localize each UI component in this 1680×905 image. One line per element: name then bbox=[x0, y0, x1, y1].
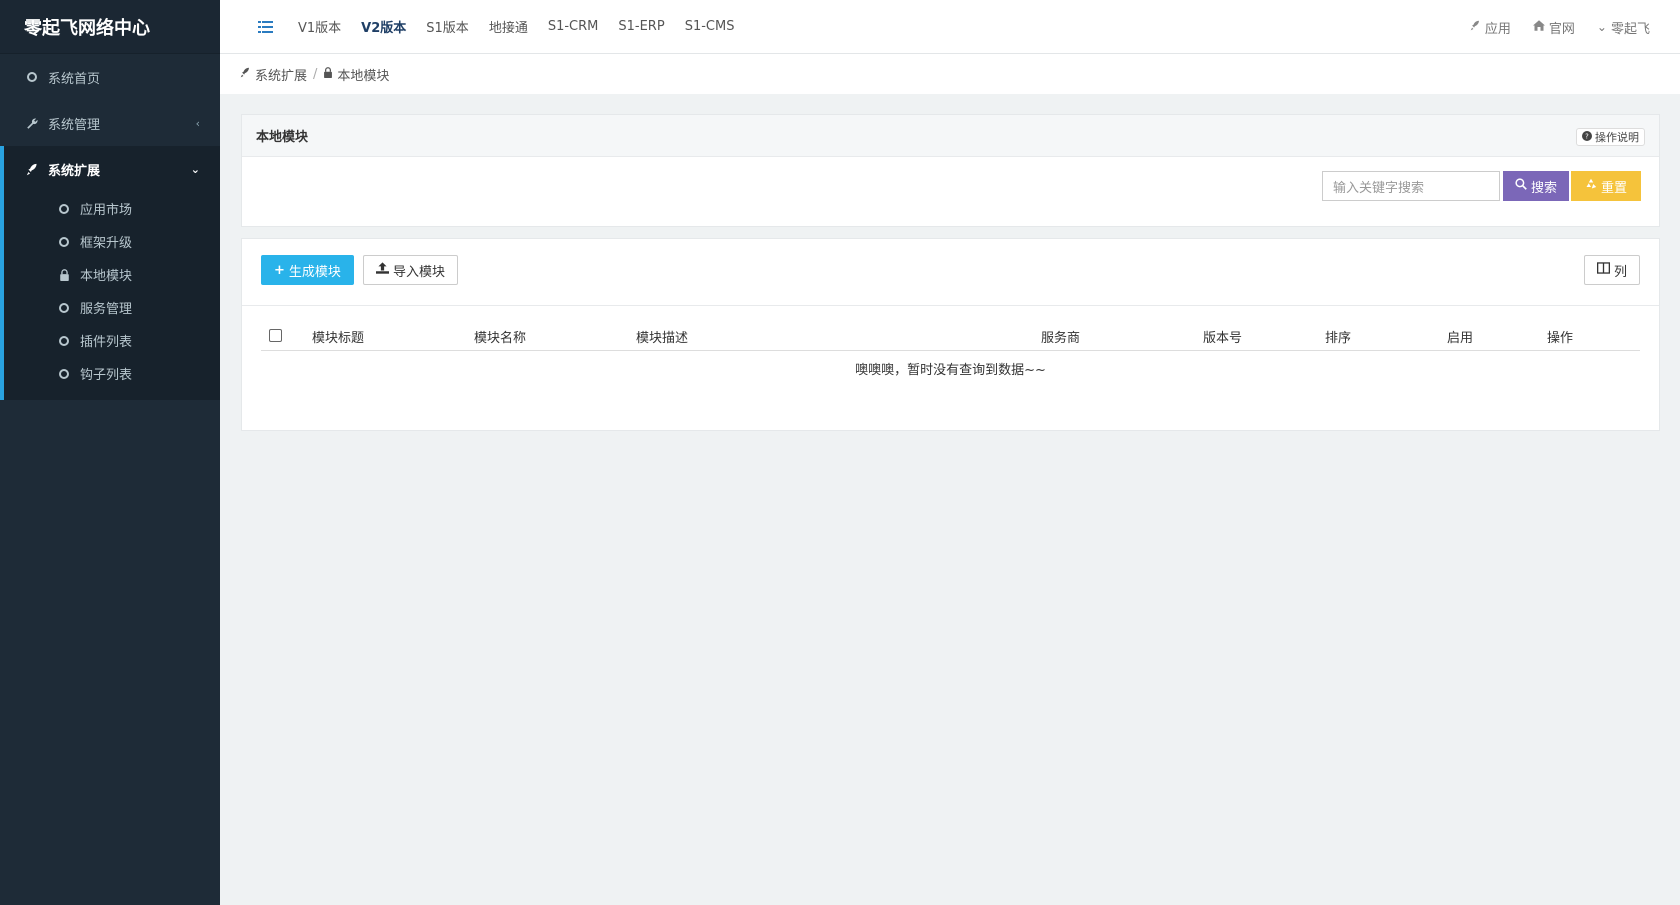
top-navbar: V1版本 V2版本 S1版本 地接通 S1-CRM S1-ERP S1-CMS … bbox=[220, 0, 1680, 54]
site-link[interactable]: 官网 bbox=[1532, 18, 1575, 37]
sidebar-item-label: 系统管理 bbox=[48, 117, 101, 133]
sidebar-item-label: 系统首页 bbox=[48, 71, 101, 87]
breadcrumb-parent-label: 系统扩展 bbox=[255, 68, 308, 84]
user-menu[interactable]: ⌄ 零起飞 bbox=[1597, 18, 1650, 37]
rocket-icon bbox=[24, 163, 40, 176]
home-icon bbox=[1532, 19, 1545, 35]
import-module-label: 导入模块 bbox=[393, 264, 446, 280]
sidebar-item-hook-list[interactable]: 钩子列表 bbox=[4, 357, 220, 390]
column-header-name[interactable]: 模块名称 bbox=[474, 327, 526, 346]
columns-icon bbox=[1596, 262, 1610, 278]
columns-toggle-button[interactable]: 列 bbox=[1583, 255, 1640, 285]
search-button[interactable]: 搜索 bbox=[1502, 171, 1569, 201]
lock-icon bbox=[323, 66, 333, 82]
sidebar-item-label: 系统扩展 bbox=[48, 163, 101, 179]
help-button-label: 操作说明 bbox=[1595, 131, 1639, 144]
breadcrumb-parent[interactable]: 系统扩展 bbox=[240, 65, 307, 84]
table-header: 模块标题 模块名称 模块描述 服务商 版本号 排序 启用 操作 bbox=[261, 319, 1640, 351]
app-link[interactable]: 应用 bbox=[1470, 18, 1511, 37]
module-table: 模块标题 模块名称 模块描述 服务商 版本号 排序 启用 操作 噢噢噢，暂时没有… bbox=[261, 319, 1640, 385]
sidebar-item-label: 框架升级 bbox=[80, 236, 133, 251]
sidebar-group-extension: 系统扩展 ⌄ 应用市场 框架升级 本地模块 服务管理 插件列表 钩子列表 bbox=[0, 146, 220, 400]
column-header-version[interactable]: 版本号 bbox=[1203, 327, 1242, 346]
chevron-down-icon: ⌄ bbox=[1596, 20, 1607, 34]
tab-s1-erp[interactable]: S1-ERP bbox=[608, 19, 674, 34]
column-header-enabled[interactable]: 启用 bbox=[1447, 327, 1473, 346]
tab-s1-cms[interactable]: S1-CMS bbox=[675, 19, 745, 34]
create-module-label: 生成模块 bbox=[288, 264, 341, 280]
column-header-sort[interactable]: 排序 bbox=[1325, 327, 1351, 346]
sidebar-item-local-module[interactable]: 本地模块 bbox=[4, 258, 220, 291]
brand-title: 零起飞网络中心 bbox=[0, 0, 220, 54]
table-panel: + 生成模块 导入模块 列 模块标题 模块名称 模块描述 服务商 版本号 排序 … bbox=[241, 238, 1660, 431]
sidebar-item-label: 钩子列表 bbox=[80, 368, 133, 383]
sidebar-item-home[interactable]: 系统首页 bbox=[0, 54, 220, 100]
sidebar-item-plugin-list[interactable]: 插件列表 bbox=[4, 324, 220, 357]
sidebar: 零起飞网络中心 系统首页 系统管理 ‹ 系统扩展 ⌄ 应用市场 框架升级 本地模… bbox=[0, 0, 220, 905]
search-button-label: 搜索 bbox=[1530, 180, 1557, 196]
circle-icon bbox=[24, 72, 40, 82]
circle-icon bbox=[56, 368, 72, 379]
sidebar-item-label: 本地模块 bbox=[80, 269, 133, 284]
circle-icon bbox=[56, 302, 72, 313]
tab-s1[interactable]: S1版本 bbox=[416, 17, 479, 36]
sidebar-item-service-manage[interactable]: 服务管理 bbox=[4, 291, 220, 324]
sidebar-item-system-manage[interactable]: 系统管理 ‹ bbox=[0, 100, 220, 146]
column-header-actions[interactable]: 操作 bbox=[1547, 327, 1573, 346]
recycle-icon bbox=[1585, 178, 1597, 194]
upload-icon bbox=[376, 262, 389, 278]
search-input[interactable]: 输入关键字搜索 bbox=[1321, 171, 1500, 201]
tab-dijietong[interactable]: 地接通 bbox=[479, 17, 538, 36]
plus-icon: + bbox=[274, 262, 285, 278]
top-right-links: 应用 官网 ⌄ 零起飞 bbox=[1470, 0, 1650, 54]
menu-toggle-icon[interactable] bbox=[250, 20, 280, 33]
circle-icon bbox=[56, 236, 72, 247]
circle-icon bbox=[56, 203, 72, 214]
import-module-button[interactable]: 导入模块 bbox=[363, 255, 459, 285]
lock-icon bbox=[56, 268, 72, 281]
help-button[interactable]: ? 操作说明 bbox=[1576, 128, 1645, 146]
sidebar-item-label: 应用市场 bbox=[80, 203, 133, 218]
reset-button-label: 重置 bbox=[1600, 180, 1627, 196]
user-name: 零起飞 bbox=[1610, 21, 1650, 37]
search-panel: 本地模块 ? 操作说明 输入关键字搜索 搜索 重置 bbox=[241, 114, 1660, 227]
sidebar-item-label: 插件列表 bbox=[80, 335, 133, 350]
wrench-icon bbox=[24, 117, 40, 130]
chevron-left-icon: ‹ bbox=[195, 116, 200, 130]
sidebar-item-label: 服务管理 bbox=[80, 302, 133, 317]
column-header-provider[interactable]: 服务商 bbox=[1041, 327, 1080, 346]
tab-v2[interactable]: V2版本 bbox=[351, 17, 416, 36]
breadcrumb-current: 本地模块 bbox=[323, 65, 389, 84]
column-header-description[interactable]: 模块描述 bbox=[636, 327, 688, 346]
breadcrumb: 系统扩展 / 本地模块 bbox=[220, 54, 1680, 94]
rocket-icon bbox=[240, 67, 251, 82]
circle-icon bbox=[56, 335, 72, 346]
site-link-label: 官网 bbox=[1548, 21, 1575, 37]
chevron-down-icon: ⌄ bbox=[190, 162, 200, 176]
question-circle-icon: ? bbox=[1582, 130, 1592, 144]
sidebar-item-extension[interactable]: 系统扩展 ⌄ bbox=[4, 146, 220, 192]
breadcrumb-separator: / bbox=[313, 66, 318, 82]
rocket-icon bbox=[1470, 20, 1481, 35]
sidebar-item-app-market[interactable]: 应用市场 bbox=[4, 192, 220, 225]
column-header-title[interactable]: 模块标题 bbox=[312, 327, 364, 346]
panel-title: 本地模块 bbox=[256, 130, 309, 145]
select-all-checkbox[interactable] bbox=[269, 329, 282, 342]
columns-button-label: 列 bbox=[1613, 264, 1627, 280]
empty-table-message: 噢噢噢，暂时没有查询到数据~~ bbox=[855, 362, 1046, 378]
panel-header: 本地模块 ? 操作说明 bbox=[242, 115, 1659, 157]
breadcrumb-current-label: 本地模块 bbox=[337, 68, 390, 84]
sidebar-item-framework-upgrade[interactable]: 框架升级 bbox=[4, 225, 220, 258]
table-toolbar: + 生成模块 导入模块 列 bbox=[242, 239, 1659, 306]
search-icon bbox=[1515, 178, 1527, 194]
tab-s1-crm[interactable]: S1-CRM bbox=[538, 19, 609, 34]
reset-button[interactable]: 重置 bbox=[1570, 171, 1641, 201]
svg-text:?: ? bbox=[1585, 132, 1589, 140]
search-row: 输入关键字搜索 搜索 重置 bbox=[1321, 171, 1641, 201]
create-module-button[interactable]: + 生成模块 bbox=[261, 255, 354, 285]
app-link-label: 应用 bbox=[1484, 21, 1511, 37]
tab-v1[interactable]: V1版本 bbox=[288, 17, 351, 36]
